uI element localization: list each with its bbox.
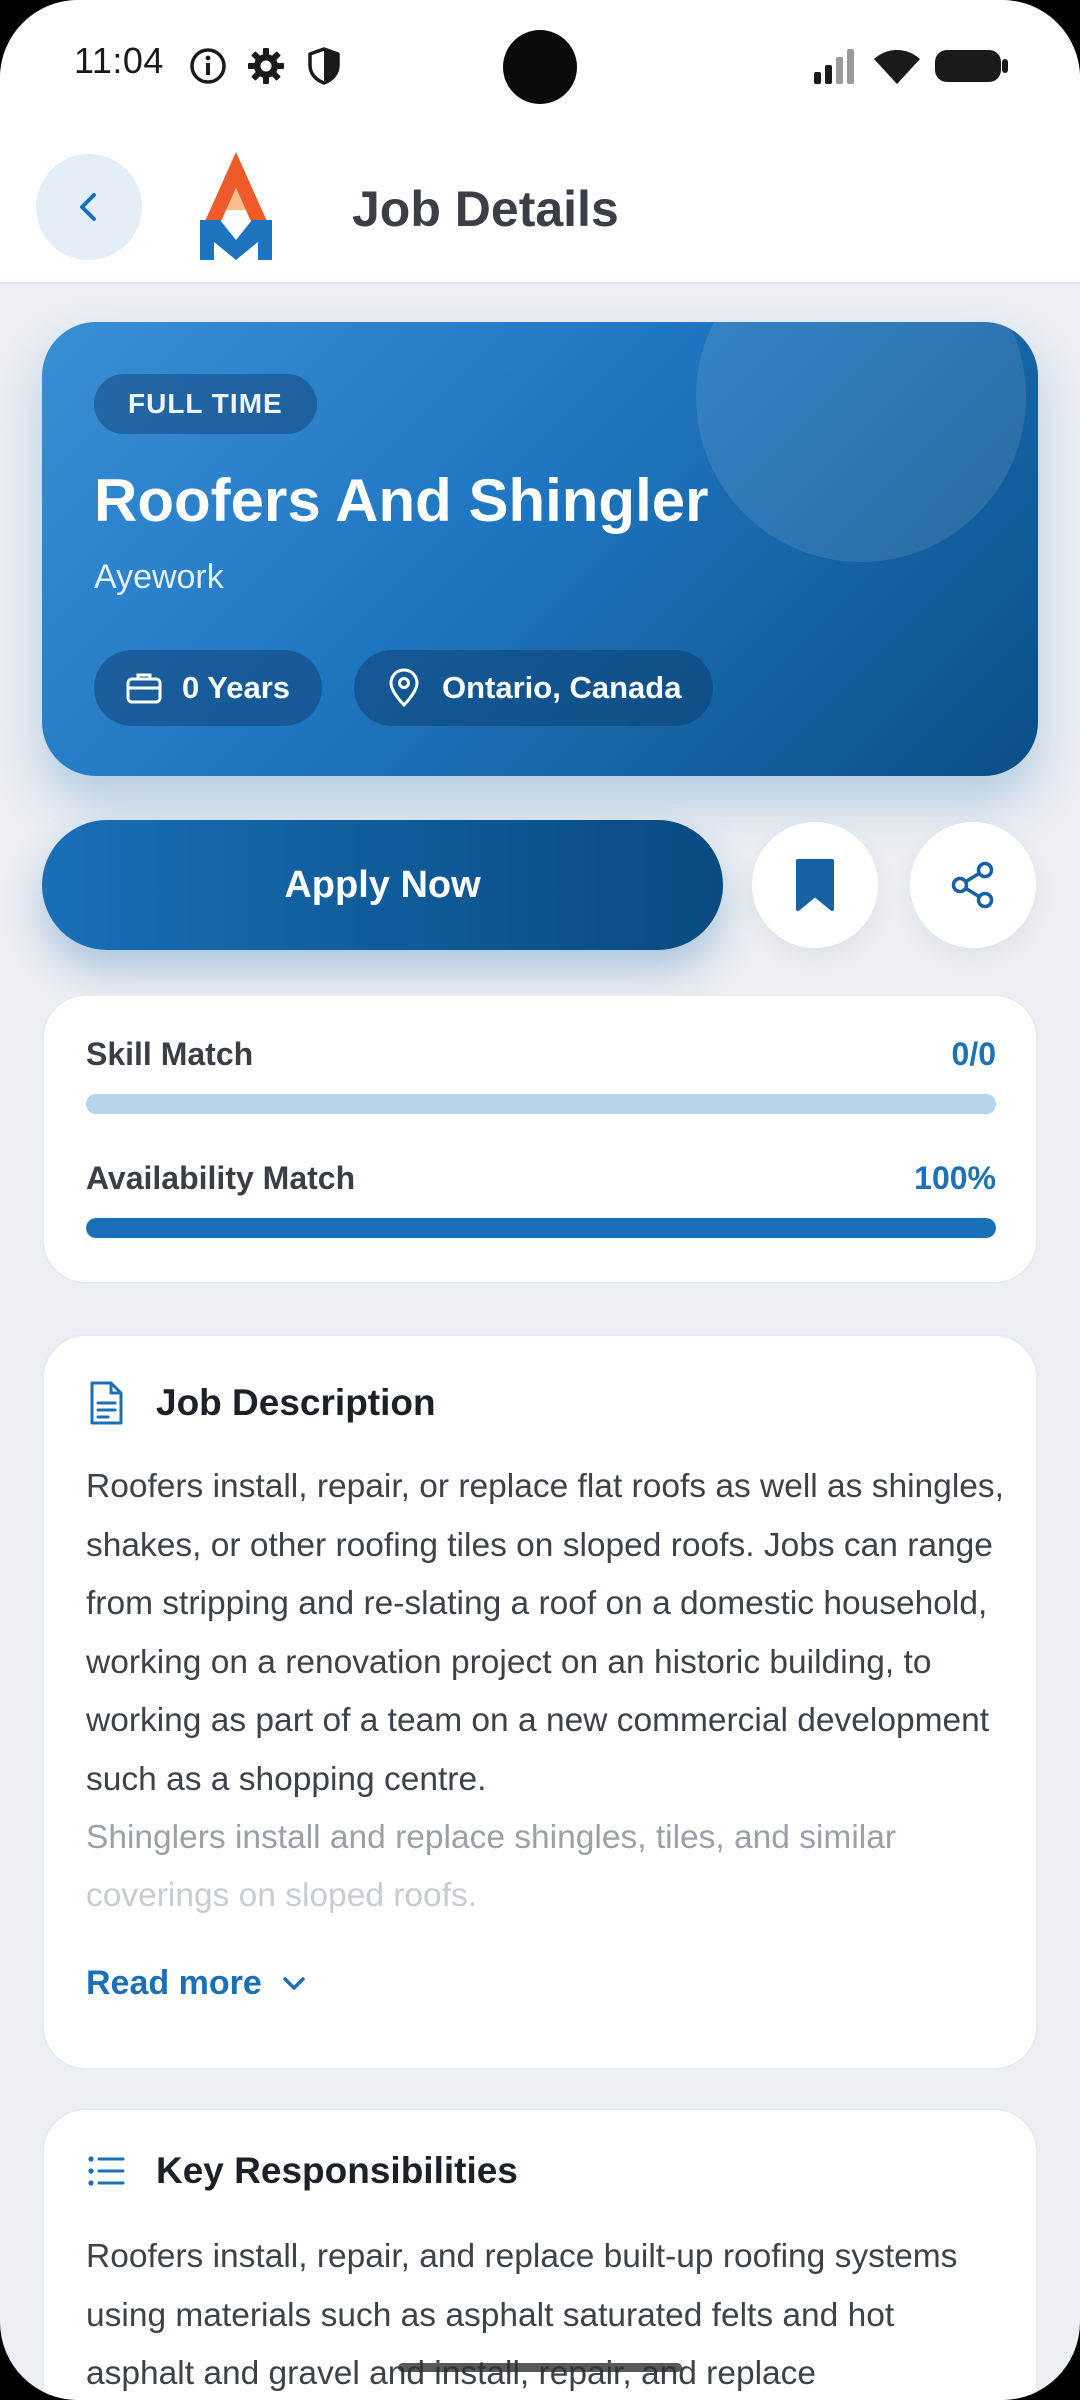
read-more-link[interactable]: Read more (86, 1964, 312, 2003)
location-text: Ontario, Canada (442, 670, 682, 705)
bookmark-button[interactable] (752, 822, 878, 948)
job-description-header: Job Description (86, 1380, 436, 1426)
key-responsibilities-header: Key Responsibilities (86, 2150, 518, 2192)
key-responsibilities-title: Key Responsibilities (156, 2150, 518, 2191)
share-icon (951, 861, 994, 909)
location-pin-icon (389, 668, 419, 708)
gear-icon (248, 48, 284, 84)
page-title: Job Details (352, 181, 619, 237)
job-description-title: Job Description (156, 1382, 436, 1423)
wifi-icon (874, 50, 920, 84)
camera-cutout (503, 30, 577, 104)
bookmark-icon (796, 859, 834, 911)
app-logo (200, 152, 272, 260)
chevron-down-icon (282, 1976, 305, 1990)
skill-match-label: Skill Match (86, 1036, 254, 1072)
shield-icon (308, 47, 340, 85)
app-header: Job Details (0, 130, 1080, 282)
availability-match-bar (86, 1218, 996, 1238)
skill-match-bar (86, 1094, 996, 1114)
job-type-badge: FULL TIME (94, 374, 317, 434)
job-hero-card: FULL TIME Roofers And Shingler Ayework 0… (42, 322, 1038, 776)
status-time: 11:04 (74, 40, 164, 81)
chevron-left-icon (80, 193, 96, 221)
info-icon (190, 48, 226, 84)
match-card: Skill Match 0/0 Availability Match 100% (42, 994, 1038, 1284)
list-icon (88, 2156, 125, 2186)
decorative-circle (696, 322, 1026, 562)
job-description-text-faded-2: coverings on sloped roofs. (86, 1877, 478, 1914)
back-button[interactable] (36, 154, 142, 260)
availability-match-row: Availability Match 100% (86, 1160, 996, 1238)
briefcase-icon (126, 673, 162, 704)
share-button[interactable] (910, 822, 1036, 948)
availability-match-label: Availability Match (86, 1160, 356, 1196)
skill-match-row: Skill Match 0/0 (86, 1036, 996, 1114)
job-description-card: Job Description Roofers install, repair,… (42, 1334, 1038, 2070)
battery-icon (935, 50, 1008, 82)
skill-match-value: 0/0 (951, 1036, 996, 1072)
key-responsibilities-card: Key Responsibilities Roofers install, re… (42, 2108, 1038, 2400)
status-bar: 11:04 (0, 0, 1080, 130)
read-more-label: Read more (86, 1964, 262, 2002)
apply-now-button[interactable]: Apply Now (42, 820, 723, 950)
job-title: Roofers And Shingler (94, 467, 709, 534)
job-description-text-faded: Shinglers install and replace shingles, … (86, 1819, 896, 1856)
header-divider (0, 282, 1080, 284)
app-screen: 11:04 Job Details FULL TIME Roofers And … (0, 0, 1080, 2400)
availability-match-value: 100% (914, 1160, 996, 1196)
experience-text: 0 Years (182, 670, 291, 705)
key-responsibilities-text: Roofers install, repair, and replace bui… (86, 2238, 958, 2392)
availability-match-fill (86, 1218, 996, 1238)
home-indicator (398, 2363, 682, 2372)
signal-icon (814, 49, 854, 84)
company-name: Ayework (94, 558, 224, 596)
experience-chip: 0 Years (94, 650, 323, 726)
job-description-text: Roofers install, repair, or replace flat… (86, 1468, 1004, 1798)
document-icon (90, 1381, 123, 1425)
location-chip: Ontario, Canada (354, 650, 714, 726)
